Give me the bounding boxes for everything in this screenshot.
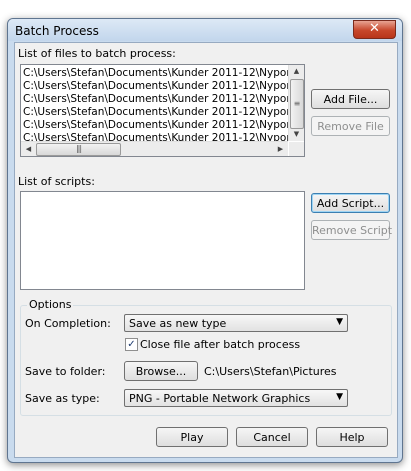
scripts-listbox[interactable]	[20, 191, 305, 290]
remove-script-button[interactable]: Remove Script	[311, 220, 392, 240]
options-group-title: Options	[27, 298, 74, 311]
on-completion-label: On Completion:	[25, 317, 111, 330]
scripts-list-label: List of scripts:	[18, 175, 95, 188]
files-list-label: List of files to batch process:	[18, 47, 176, 60]
horizontal-scroll-thumb[interactable]: |||	[36, 143, 121, 156]
on-completion-value: Save as new type	[129, 317, 227, 330]
cancel-button[interactable]: Cancel	[236, 427, 308, 447]
add-file-button[interactable]: Add File...	[311, 89, 390, 109]
scroll-down-icon[interactable]: ▼	[289, 128, 304, 141]
list-item[interactable]: C:\Users\Stefan\Documents\Kunder 2011-12…	[21, 119, 288, 132]
help-button[interactable]: Help	[316, 427, 388, 447]
save-type-value: PNG - Portable Network Graphics	[129, 392, 311, 405]
close-button[interactable]: ✕	[353, 20, 396, 39]
batch-process-dialog: Batch Process ✕ List of files to batch p…	[7, 18, 403, 463]
title-bar[interactable]: Batch Process ✕	[8, 19, 402, 41]
chevron-down-icon: ▼	[336, 317, 343, 327]
on-completion-dropdown[interactable]: Save as new type ▼	[124, 314, 348, 332]
save-type-dropdown[interactable]: PNG - Portable Network Graphics ▼	[124, 389, 348, 407]
scroll-up-icon[interactable]: ▲	[289, 65, 304, 78]
list-item[interactable]: C:\Users\Stefan\Documents\Kunder 2011-12…	[21, 80, 288, 93]
scrollbar-corner	[289, 142, 304, 156]
checkmark-icon: ✓	[127, 339, 136, 350]
folder-path: C:\Users\Stefan\Pictures	[204, 365, 337, 378]
files-vertical-scrollbar[interactable]: ▲ ≡ ▼	[288, 65, 304, 141]
browse-button[interactable]: Browse...	[124, 361, 198, 381]
save-type-label: Save as type:	[25, 392, 100, 405]
close-file-label[interactable]: Close file after batch process	[140, 338, 300, 351]
close-icon: ✕	[369, 21, 380, 36]
save-folder-label: Save to folder:	[25, 365, 106, 378]
remove-file-button[interactable]: Remove File	[311, 116, 390, 136]
chevron-down-icon: ▼	[336, 392, 343, 402]
scroll-left-icon[interactable]: ◀	[21, 142, 36, 156]
dialog-content: List of files to batch process: C:\Users…	[14, 42, 398, 458]
add-script-button[interactable]: Add Script...	[311, 193, 390, 213]
list-item[interactable]: C:\Users\Stefan\Documents\Kunder 2011-12…	[21, 93, 288, 106]
play-button[interactable]: Play	[156, 427, 228, 447]
vertical-scroll-thumb[interactable]: ≡	[290, 79, 304, 129]
list-item[interactable]: C:\Users\Stefan\Documents\Kunder 2011-12…	[21, 67, 288, 80]
files-horizontal-scrollbar[interactable]: ◀ ||| ▶	[21, 141, 288, 156]
list-item[interactable]: C:\Users\Stefan\Documents\Kunder 2011-12…	[21, 106, 288, 119]
scroll-right-icon[interactable]: ▶	[273, 142, 288, 156]
file-rows: C:\Users\Stefan\Documents\Kunder 2011-12…	[21, 67, 288, 145]
window-title: Batch Process	[15, 24, 99, 38]
close-file-checkbox[interactable]: ✓	[125, 338, 138, 351]
files-listbox[interactable]: C:\Users\Stefan\Documents\Kunder 2011-12…	[20, 64, 305, 157]
